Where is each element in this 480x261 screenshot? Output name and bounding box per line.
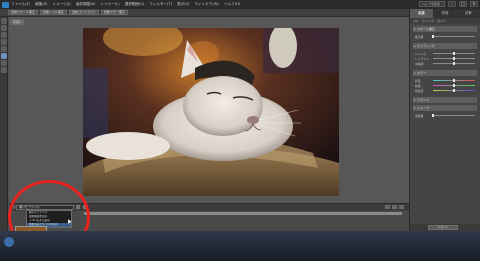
section-header[interactable]: シャープ — [413, 105, 477, 111]
slider-knob[interactable] — [453, 89, 455, 92]
menu-bar: ファイル(F) 編集(E) イメージ(I) 画質調整(N) レイヤー(L) 選択… — [0, 0, 480, 9]
menu-layer[interactable]: レイヤー(L) — [101, 2, 120, 7]
slider-track[interactable] — [433, 89, 475, 92]
menu-help[interactable]: ヘルプ(H) — [224, 2, 240, 7]
auto-levels-button[interactable]: 自動レベル補正 — [39, 10, 67, 15]
panel-footer: リセット — [410, 224, 480, 231]
slider-track[interactable] — [433, 84, 475, 87]
hand-tool-icon[interactable] — [1, 32, 7, 38]
panel-tabs: 編集 作成 共有 — [410, 9, 480, 18]
menu-select[interactable]: 選択範囲(S) — [125, 2, 144, 7]
close-button[interactable]: × — [470, 1, 478, 7]
auto-color-button[interactable]: 自動カラー補正 — [100, 10, 128, 15]
slider-row: 補正量 — [415, 34, 475, 39]
minimize-button[interactable]: – — [448, 1, 456, 7]
right-panel: 編集 作成 共有 フル クイック ガイド スマート補正 補正量 ライティング シ… — [409, 9, 480, 231]
crop-tool-icon[interactable] — [1, 60, 7, 66]
auto-smart-fix-button[interactable]: 自動スマート補正 — [8, 10, 38, 15]
slider-knob[interactable] — [432, 114, 434, 117]
slider-row: 適用量 — [415, 113, 475, 118]
slider-track[interactable] — [433, 79, 475, 82]
section-header[interactable]: カラー — [413, 70, 477, 76]
slider-label: 色相 — [415, 83, 421, 88]
brush-tool-icon[interactable] — [1, 67, 7, 73]
section-lighting: ライティング シャドウ ハイライト 中間調 — [413, 43, 477, 68]
slider-label: シャドウ — [415, 51, 427, 56]
slider-track[interactable] — [432, 114, 475, 117]
slider-label: 中間調 — [415, 61, 424, 66]
bin-scrollbar[interactable] — [84, 212, 402, 215]
document-tab[interactable]: 写真1 — [10, 19, 24, 25]
subtab-guided[interactable]: ガイド — [437, 18, 446, 24]
subtab-quick[interactable]: クイック — [422, 18, 434, 24]
slider-knob[interactable] — [453, 79, 455, 82]
toolbox — [0, 17, 8, 231]
taskbar-background — [0, 231, 480, 261]
menu-image[interactable]: イメージ(I) — [53, 2, 71, 7]
window-controls: ヘルプを検索 – □ × — [419, 1, 478, 7]
start-button-icon[interactable] — [4, 237, 14, 247]
section-header[interactable]: スマート補正 — [413, 26, 477, 32]
options-bar: 自動スマート補正 自動レベル補正 自動コントラスト 自動カラー補正 — [0, 9, 480, 17]
menu-enhance[interactable]: 画質調整(N) — [76, 2, 96, 7]
section-sharpen: シャープ 適用量 — [413, 105, 477, 120]
section-smart-fix: スマート補正 補正量 — [413, 26, 477, 41]
bin-toolbar — [385, 205, 404, 209]
quick-selection-tool-icon[interactable] — [1, 53, 7, 59]
slider-track[interactable] — [433, 52, 475, 55]
menu-window[interactable]: ウィンドウ(W) — [194, 2, 218, 7]
slider-label: 色温度 — [415, 88, 424, 93]
section-balance: バランス — [413, 97, 477, 103]
slider-knob[interactable] — [432, 35, 434, 38]
section-color: カラー 彩度 色相 色温度 — [413, 70, 477, 95]
os-taskbar — [0, 231, 480, 261]
slider-knob[interactable] — [453, 84, 455, 87]
lasso-tool-icon[interactable] — [1, 46, 7, 52]
slider-knob[interactable] — [453, 57, 455, 60]
bin-layout-icon[interactable] — [392, 205, 397, 209]
slider-label: 彩度 — [415, 78, 421, 83]
tab-create[interactable]: 作成 — [433, 9, 456, 18]
photo-cat — [83, 28, 339, 196]
bin-collapse-icon[interactable] — [399, 205, 404, 209]
photo-editor-window: ファイル(F) 編集(E) イメージ(I) 画質調整(N) レイヤー(L) 選択… — [0, 0, 480, 261]
slider-knob[interactable] — [453, 52, 455, 55]
menu-filter[interactable]: フィルター(T) — [149, 2, 172, 7]
menu-file[interactable]: ファイル(F) — [11, 2, 30, 7]
tab-edit[interactable]: 編集 — [410, 9, 434, 18]
section-header[interactable]: バランス — [413, 97, 477, 103]
zoom-tool-icon[interactable] — [1, 25, 7, 31]
slider-track[interactable] — [433, 62, 475, 65]
bin-rotate-icon[interactable] — [385, 205, 390, 209]
maximize-button[interactable]: □ — [459, 1, 467, 7]
menu-edit[interactable]: 編集(E) — [35, 2, 47, 7]
canvas-area: 写真1 — [9, 17, 409, 203]
cat-photo-image — [83, 28, 339, 196]
slider-track[interactable] — [432, 35, 475, 38]
slider-label: 補正量 — [415, 34, 424, 39]
section-header[interactable]: ライティング — [413, 43, 477, 49]
tab-share[interactable]: 共有 — [457, 9, 480, 18]
app-logo-icon — [2, 1, 9, 8]
help-search-input[interactable]: ヘルプを検索 — [419, 1, 445, 7]
slider-knob[interactable] — [453, 62, 455, 65]
reset-button[interactable]: リセット — [428, 225, 458, 230]
slider-label: 適用量 — [415, 113, 424, 118]
subtab-full[interactable]: フル — [413, 18, 419, 24]
auto-contrast-button[interactable]: 自動コントラスト — [68, 10, 99, 15]
slider-row: 色温度 — [415, 88, 475, 93]
edit-mode-tabs: フル クイック ガイド — [410, 18, 480, 24]
menu-view[interactable]: 表示(V) — [177, 2, 189, 7]
move-tool-icon[interactable] — [1, 18, 7, 24]
slider-track[interactable] — [433, 57, 475, 60]
selection-tool-icon[interactable] — [1, 39, 7, 45]
slider-row: 中間調 — [415, 61, 475, 66]
slider-label: ハイライト — [415, 56, 429, 61]
